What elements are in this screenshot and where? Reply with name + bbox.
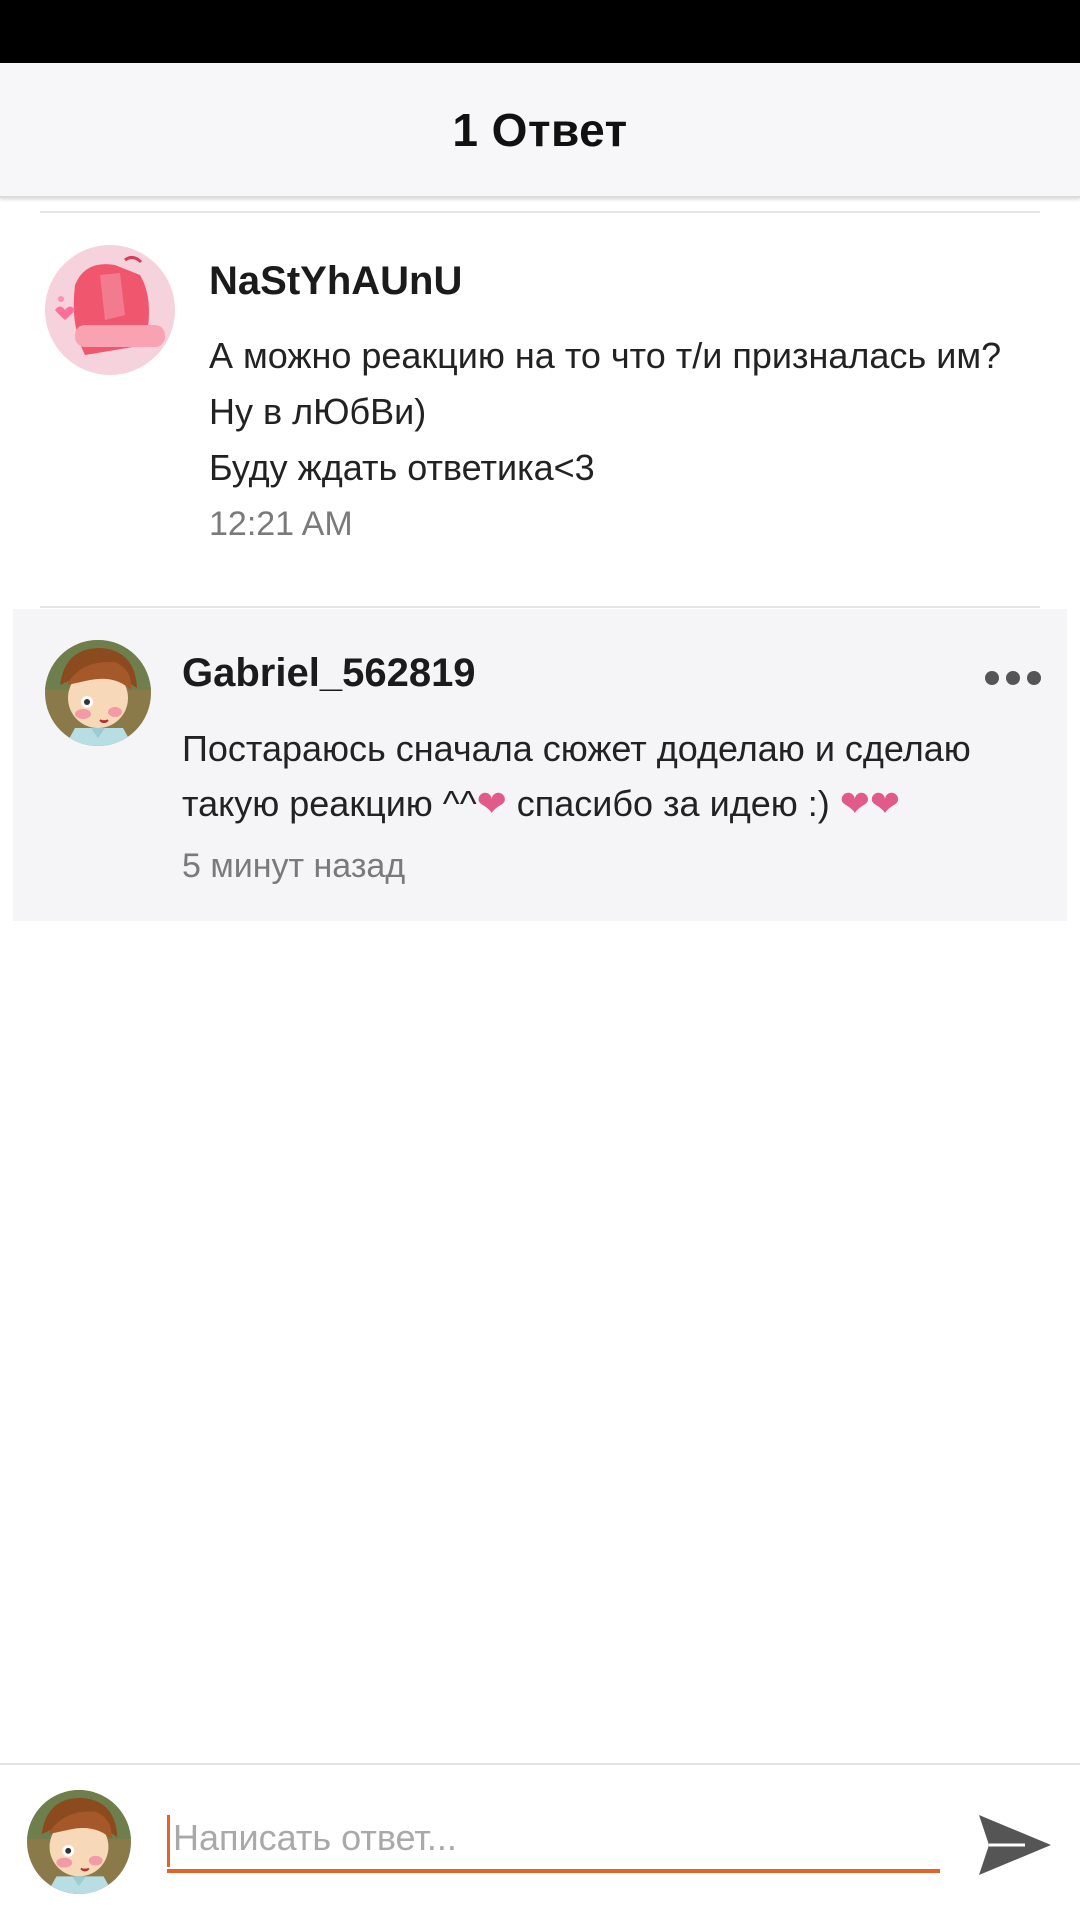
comment-line-2: Ну в лЮбВи)	[209, 391, 427, 432]
heart-icon: ❤	[476, 783, 507, 824]
reply-composer	[0, 1763, 1080, 1920]
comment-line-1: А можно реакцию на то что т/и призналась…	[209, 335, 1002, 376]
reply-text-segment: такую реакцию ^^	[182, 783, 477, 824]
avatar-original-author[interactable]	[45, 245, 175, 375]
page-title: 1 Ответ	[452, 103, 628, 156]
status-bar	[0, 0, 1080, 63]
author-name[interactable]: Gabriel_562819	[182, 651, 476, 696]
author-name[interactable]: NaStYhAUnU	[209, 259, 462, 304]
text-caret	[167, 1815, 170, 1867]
reply-text-segment: спасибо за идею :)	[516, 783, 830, 824]
comment-line-3: Буду ждать ответика<3	[209, 447, 595, 488]
reply-line-2: такую реакцию ^^❤ спасибо за идею :) ❤❤	[182, 783, 900, 825]
heart-icon: ❤	[869, 783, 901, 824]
reply-time: 5 минут назад	[182, 847, 406, 885]
header: 1 Ответ	[0, 63, 1080, 198]
avatar-current-user[interactable]	[27, 1790, 131, 1894]
more-options-icon[interactable]	[985, 671, 1041, 685]
heart-icon: ❤	[839, 783, 870, 824]
comment-time: 12:21 AM	[209, 505, 353, 543]
reply-input[interactable]	[167, 1807, 940, 1873]
divider	[40, 211, 1040, 213]
avatar-reply-author[interactable]	[45, 640, 151, 746]
reply-line-1: Постараюсь сначала сюжет доделаю и сдела…	[182, 728, 971, 769]
send-icon[interactable]	[975, 1805, 1055, 1885]
original-comment: NaStYhAUnU А можно реакцию на то что т/и…	[0, 214, 1080, 606]
divider	[40, 606, 1040, 608]
reply-comment[interactable]: Gabriel_562819 Постараюсь сначала сюжет …	[13, 609, 1067, 921]
